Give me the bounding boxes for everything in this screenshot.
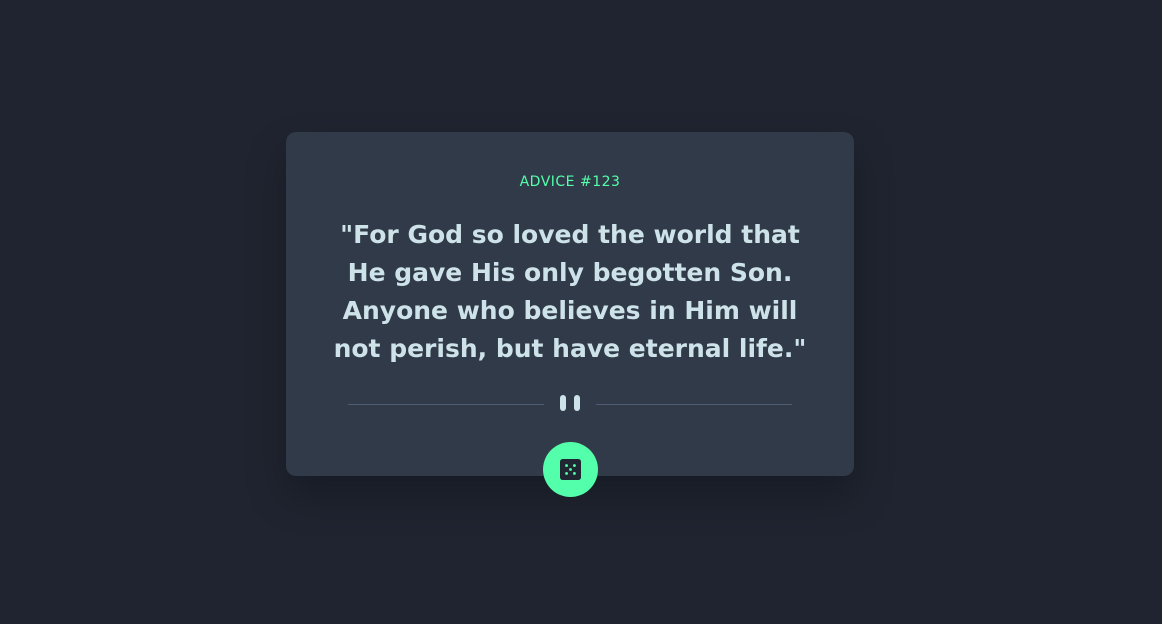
pause-icon: [560, 395, 580, 413]
divider: [348, 394, 792, 414]
divider-line-right: [596, 404, 792, 405]
advice-quote: "For God so loved the world that He gave…: [333, 220, 807, 363]
divider-line-left: [348, 404, 544, 405]
generate-advice-button[interactable]: [543, 442, 598, 497]
advice-card: ADVICE #123 "For God so loved the world …: [286, 132, 854, 476]
advice-id-label: ADVICE #123: [519, 174, 621, 190]
dice-icon: [560, 459, 581, 480]
